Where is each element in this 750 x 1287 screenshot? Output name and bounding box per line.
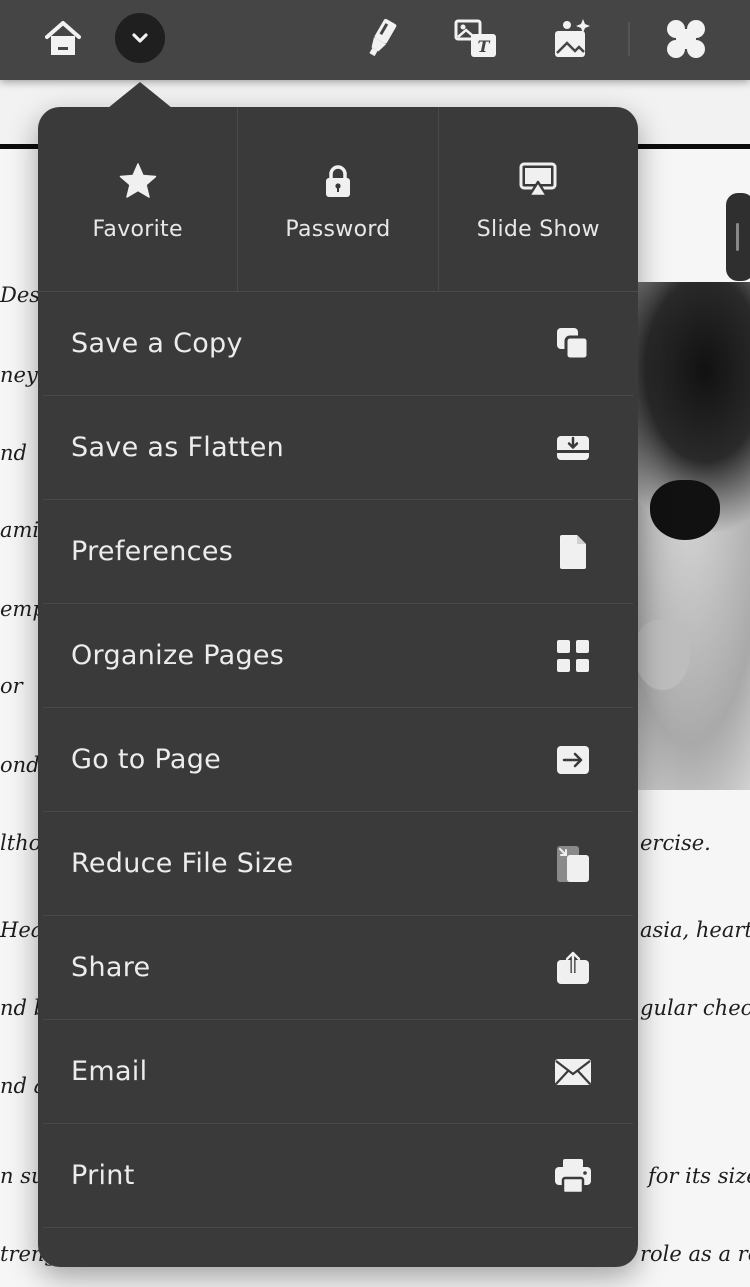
menu-item-label: Save as Flatten xyxy=(71,432,285,463)
menu-item-label: Save a Copy xyxy=(71,328,243,359)
highlighter-icon[interactable] xyxy=(356,14,406,64)
menu-item-email[interactable]: Email xyxy=(43,1020,633,1124)
menu-item-partially-visible[interactable] xyxy=(43,1228,633,1267)
doc-text-fragment: or xyxy=(0,674,23,698)
dog-tongue xyxy=(635,620,690,690)
apps-grid-icon[interactable] xyxy=(661,14,711,64)
svg-text:T: T xyxy=(478,37,491,56)
menu-item-label: Print xyxy=(71,1160,135,1191)
menu-item-reduce-file-size[interactable]: Reduce File Size xyxy=(43,812,633,916)
doc-text-fragment: role as a re xyxy=(640,1242,750,1266)
menu-item-go-to-page[interactable]: Go to Page xyxy=(43,708,633,812)
doc-text-fragment: asia, heart is xyxy=(640,918,750,942)
doc-text-fragment: nd xyxy=(0,441,27,465)
mail-icon xyxy=(553,1052,593,1092)
document-icon xyxy=(553,532,593,572)
slide-show-button[interactable]: Slide Show xyxy=(439,107,638,291)
popover-arrow xyxy=(108,82,172,108)
doc-text-fragment: gular check xyxy=(640,996,750,1020)
menu-item-label: Go to Page xyxy=(71,744,222,775)
image-text-icon[interactable]: T xyxy=(451,14,501,64)
page-scroll-handle[interactable] xyxy=(726,193,750,281)
toolbar-divider xyxy=(628,22,630,56)
lock-icon xyxy=(323,161,353,201)
doc-text-fragment: for its size xyxy=(648,1164,750,1188)
top-toolbar: T xyxy=(0,0,750,80)
favorite-label: Favorite xyxy=(92,217,183,242)
menu-item-print[interactable]: Print xyxy=(43,1124,633,1228)
star-icon xyxy=(119,161,157,201)
menu-item-label: Reduce File Size xyxy=(71,848,294,879)
menu-item-label: Organize Pages xyxy=(71,640,285,671)
password-button[interactable]: Password xyxy=(238,107,439,291)
chevron-down-icon[interactable] xyxy=(115,13,165,63)
menu-item-organize-pages[interactable]: Organize Pages xyxy=(43,604,633,708)
more-menu-popover: Favorite Password Slide Show Save a Copy… xyxy=(38,107,638,1267)
printer-icon xyxy=(553,1156,593,1196)
copy-icon xyxy=(553,324,593,364)
password-label: Password xyxy=(285,217,391,242)
menu-item-label: Share xyxy=(71,952,151,983)
doc-text-fragment: ltho xyxy=(0,831,42,855)
home-icon[interactable] xyxy=(38,14,88,64)
menu-item-label: Preferences xyxy=(71,536,234,567)
flatten-download-icon xyxy=(553,428,593,468)
quick-actions-row: Favorite Password Slide Show xyxy=(38,107,638,292)
menu-item-save-as-flatten[interactable]: Save as Flatten xyxy=(43,396,633,500)
menu-item-share[interactable]: Share xyxy=(43,916,633,1020)
share-icon xyxy=(553,948,593,988)
reduce-size-icon xyxy=(553,844,593,884)
menu-item-save-a-copy[interactable]: Save a Copy xyxy=(43,292,633,396)
menu-item-preferences[interactable]: Preferences xyxy=(43,500,633,604)
favorite-button[interactable]: Favorite xyxy=(38,107,239,291)
menu-item-label: Email xyxy=(71,1056,148,1087)
dog-nose xyxy=(650,480,720,540)
doc-text-fragment: ercise. xyxy=(640,831,711,855)
slide-show-label: Slide Show xyxy=(476,217,600,242)
arrow-right-box-icon xyxy=(553,740,593,780)
ai-image-icon[interactable] xyxy=(547,14,597,64)
grid-icon xyxy=(553,636,593,676)
doc-text-fragment: ond xyxy=(0,753,40,777)
slideshow-icon xyxy=(518,161,558,201)
